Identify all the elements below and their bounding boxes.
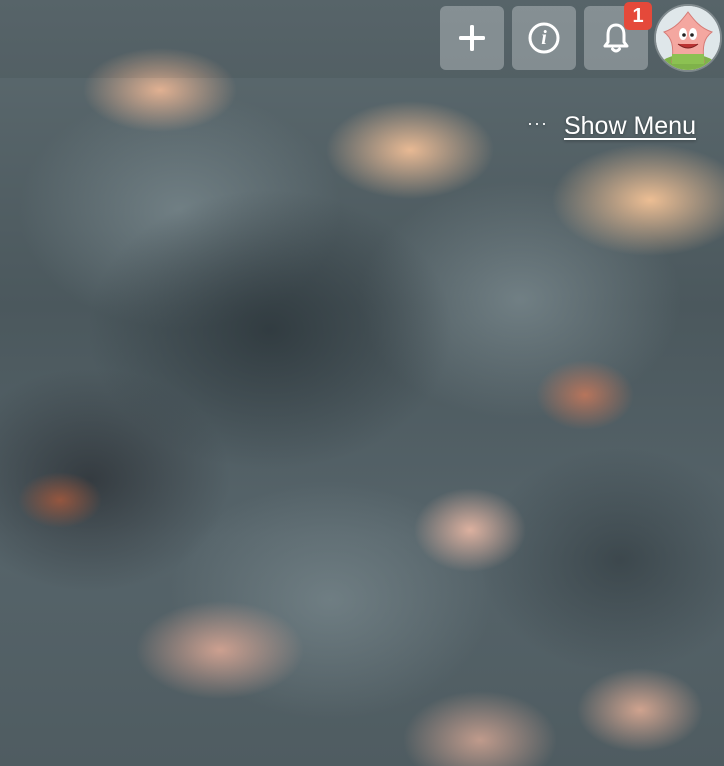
user-avatar[interactable] — [656, 6, 720, 70]
show-menu-link[interactable]: ··· Show Menu — [527, 112, 696, 141]
add-button[interactable] — [440, 6, 504, 70]
info-glyph: i — [541, 26, 547, 49]
patrick-star-avatar-icon — [656, 6, 720, 70]
show-menu-label: Show Menu — [563, 112, 696, 140]
info-icon: i — [527, 21, 561, 55]
more-dots-icon: ··· — [526, 112, 548, 133]
notification-count-badge: 1 — [624, 2, 652, 30]
header-actions: i 1 — [440, 2, 720, 70]
plus-icon — [457, 23, 487, 53]
info-button[interactable]: i — [512, 6, 576, 70]
notifications-button[interactable]: 1 — [584, 2, 652, 70]
header-bar: i 1 — [0, 0, 724, 78]
